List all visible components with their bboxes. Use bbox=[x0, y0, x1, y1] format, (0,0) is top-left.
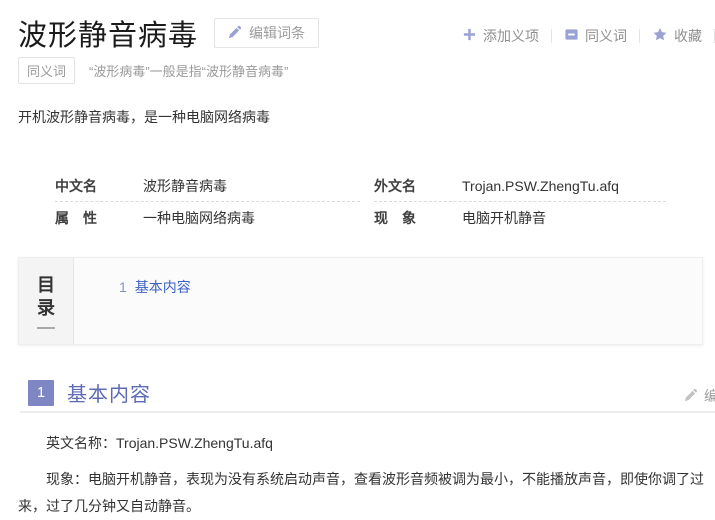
paragraph-phenomenon: 现象：电脑开机静音，表现为没有系统启动声音，查看波形音频被调为最小，不能播放声音… bbox=[18, 466, 710, 520]
toc-list: 1 基本内容 bbox=[74, 258, 191, 344]
pencil-icon bbox=[684, 388, 698, 405]
star-icon bbox=[652, 27, 668, 45]
info-value: 电脑开机静音 bbox=[462, 208, 546, 228]
synonym-icon bbox=[564, 27, 579, 45]
info-label: 属 性 bbox=[55, 208, 143, 228]
info-value: Trojan.PSW.ZhengTu.afq bbox=[462, 178, 619, 194]
edit-entry-label: 编辑词条 bbox=[249, 23, 305, 43]
section-edit-button[interactable]: 编辑 bbox=[684, 386, 715, 406]
toc-item-number: 1 bbox=[119, 279, 127, 295]
toc-label-char: 目 bbox=[37, 274, 55, 297]
info-row-attribute: 属 性 一种电脑网络病毒 bbox=[55, 202, 360, 234]
entry-summary: 开机波形静音病毒，是一种电脑网络病毒 bbox=[18, 107, 270, 127]
basic-info-table: 中文名 波形静音病毒 外文名 Trojan.PSW.ZhengTu.afq 属 … bbox=[18, 170, 703, 234]
title-row: 波形静音病毒 编辑词条 bbox=[18, 12, 319, 54]
baike-entry-page: { "page": { "title": "波形静音病毒", "edit_but… bbox=[0, 0, 715, 508]
top-action-bar: 添加义项 同义词 收藏 分享 bbox=[462, 26, 715, 46]
synonym-row: 同义词 “波形病毒”一般是指“波形静音病毒” bbox=[18, 57, 288, 84]
paragraph-english-name: 英文名称：Trojan.PSW.ZhengTu.afq bbox=[18, 430, 710, 457]
info-row-chinese-name: 中文名 波形静音病毒 bbox=[55, 170, 360, 202]
section-edit-label: 编辑 bbox=[704, 386, 715, 406]
synonym-action-label: 同义词 bbox=[585, 26, 627, 46]
pencil-icon bbox=[228, 25, 242, 42]
toc-item-link[interactable]: 基本内容 bbox=[135, 277, 191, 297]
toc-underline bbox=[37, 327, 55, 329]
info-label: 外文名 bbox=[374, 176, 462, 196]
action-separator bbox=[639, 29, 640, 43]
toc-box: 目 录 1 基本内容 bbox=[18, 257, 703, 345]
info-row-phenomenon: 现 象 电脑开机静音 bbox=[374, 202, 666, 234]
info-value: 一种电脑网络病毒 bbox=[143, 208, 255, 228]
synonym-action[interactable]: 同义词 bbox=[564, 26, 627, 46]
toc-label-char: 录 bbox=[37, 297, 55, 320]
page-title: 波形静音病毒 bbox=[18, 12, 198, 54]
edit-entry-button[interactable]: 编辑词条 bbox=[214, 18, 319, 48]
section-header: 1 基本内容 bbox=[28, 378, 151, 407]
plus-icon bbox=[462, 27, 477, 45]
synonym-tag: 同义词 bbox=[18, 57, 75, 84]
favorite-label: 收藏 bbox=[674, 26, 702, 46]
info-label: 中文名 bbox=[55, 176, 143, 196]
toc-item-basic-content[interactable]: 1 基本内容 bbox=[119, 277, 191, 297]
section-divider bbox=[20, 411, 715, 413]
info-value: 波形静音病毒 bbox=[143, 176, 227, 196]
synonym-text: “波形病毒”一般是指“波形静音病毒” bbox=[89, 61, 288, 80]
add-meaning-action[interactable]: 添加义项 bbox=[462, 26, 539, 46]
info-row-foreign-name: 外文名 Trojan.PSW.ZhengTu.afq bbox=[374, 170, 666, 202]
toc-label: 目 录 bbox=[19, 258, 74, 344]
info-label: 现 象 bbox=[374, 208, 462, 228]
section-number-badge: 1 bbox=[28, 380, 54, 406]
section-title: 基本内容 bbox=[67, 378, 151, 407]
add-meaning-label: 添加义项 bbox=[483, 26, 539, 46]
action-separator bbox=[551, 29, 552, 43]
favorite-action[interactable]: 收藏 bbox=[652, 26, 702, 46]
